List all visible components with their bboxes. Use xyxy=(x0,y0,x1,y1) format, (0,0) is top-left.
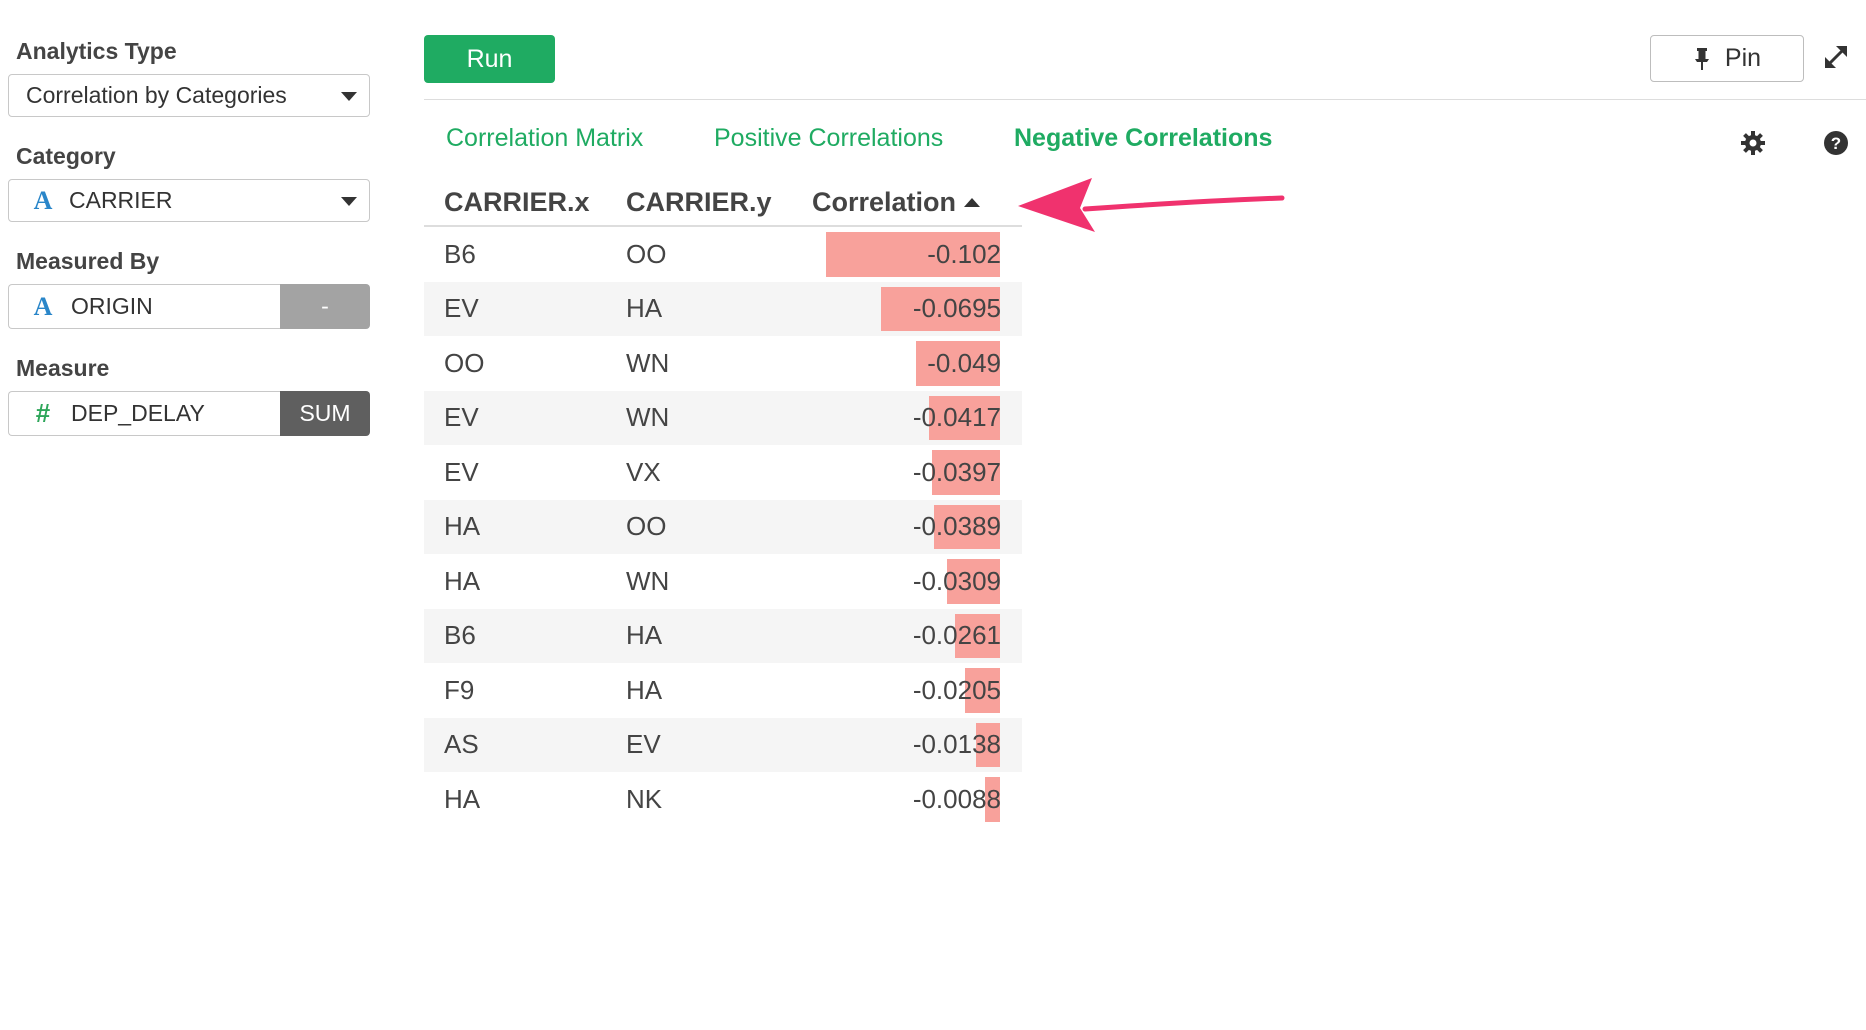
pin-icon xyxy=(1694,47,1709,70)
config-sidebar: Analytics Type Correlation by Categories… xyxy=(8,36,370,460)
pin-label: Pin xyxy=(1724,44,1762,72)
table-row: B6 OO -0.102 xyxy=(424,227,1022,282)
category-label: Category xyxy=(16,143,116,169)
tab-positive-correlations[interactable]: Positive Correlations xyxy=(714,124,1014,153)
column-header-carrier-y[interactable]: CARRIER.y xyxy=(615,187,808,218)
table-row: HA OO -0.0389 xyxy=(424,499,1022,555)
analytics-type-label: Analytics Type xyxy=(16,38,177,64)
tab-correlation-matrix[interactable]: Correlation Matrix xyxy=(446,124,714,153)
expand-icon[interactable] xyxy=(1822,43,1850,71)
toolbar-divider xyxy=(424,99,1866,100)
cell-carrier-x: EV xyxy=(444,456,479,487)
cell-carrier-x: EV xyxy=(444,293,479,324)
column-header-carrier-x[interactable]: CARRIER.x xyxy=(424,187,615,218)
correlation-value: -0.0205 xyxy=(912,674,1001,705)
table-row: EV VX -0.0397 xyxy=(424,445,1022,500)
cell-carrier-y: HA xyxy=(626,620,663,651)
cell-correlation: -0.0417 xyxy=(808,391,1022,446)
svg-text:?: ? xyxy=(1831,134,1841,153)
cell-carrier-x: HA xyxy=(444,511,481,542)
measure-field: # DEP_DELAY SUM xyxy=(8,391,370,436)
correlation-value: -0.0309 xyxy=(912,565,1001,596)
analytics-type-select[interactable]: Correlation by Categories xyxy=(8,74,370,117)
cell-correlation: -0.0205 xyxy=(808,663,1022,718)
category-select[interactable]: A CARRIER xyxy=(8,179,370,222)
chevron-down-icon xyxy=(341,197,357,206)
cell-correlation: -0.0389 xyxy=(808,500,1022,555)
cell-carrier-y: HA xyxy=(626,674,663,705)
pin-button[interactable]: Pin xyxy=(1650,35,1804,82)
cell-carrier-y: WN xyxy=(626,402,670,433)
negative-correlations-table: CARRIER.x CARRIER.y Correlation B6 OO -0.1… xyxy=(424,180,1022,827)
correlation-value: -0.0695 xyxy=(912,293,1001,324)
gear-icon[interactable] xyxy=(1740,130,1766,156)
measure-column-select[interactable]: # DEP_DELAY xyxy=(8,391,280,436)
cell-correlation: -0.0261 xyxy=(808,609,1022,664)
cell-correlation: -0.102 xyxy=(808,227,1022,282)
measured-by-label: Measured By xyxy=(16,248,160,274)
cell-carrier-y: OO xyxy=(626,511,667,542)
cell-carrier-x: HA xyxy=(444,565,481,596)
table-body: B6 OO -0.102 EV HA -0.0695 OO WN -0.049 EV WN -0.04… xyxy=(424,227,1022,827)
cell-correlation: -0.0397 xyxy=(808,445,1022,500)
table-row: EV WN -0.0417 xyxy=(424,390,1022,446)
help-icon[interactable]: ? xyxy=(1823,130,1849,156)
measured-by-aggregation-button[interactable]: - xyxy=(280,284,370,329)
cell-carrier-x: OO xyxy=(444,347,485,378)
text-type-icon: A xyxy=(33,185,53,215)
cell-carrier-y: EV xyxy=(626,729,661,760)
sort-ascending-icon xyxy=(964,198,981,207)
cell-carrier-y: WN xyxy=(626,347,670,378)
table-row: AS EV -0.0138 xyxy=(424,717,1022,773)
measure-aggregation-button[interactable]: SUM xyxy=(280,391,370,436)
numeric-type-icon: # xyxy=(35,398,51,428)
measure-value: DEP_DELAY xyxy=(71,400,205,426)
annotation-arrow-icon xyxy=(1018,178,1285,232)
table-header: CARRIER.x CARRIER.y Correlation xyxy=(424,180,1022,227)
correlation-value: -0.102 xyxy=(927,238,1001,269)
measure-label: Measure xyxy=(16,355,110,381)
result-tabs: Correlation Matrix Positive Correlations… xyxy=(446,124,1272,153)
cell-carrier-y: OO xyxy=(626,238,667,269)
run-button[interactable]: Run xyxy=(424,35,555,83)
text-type-icon: A xyxy=(33,291,53,321)
cell-carrier-x: HA xyxy=(444,783,481,814)
table-row: EV HA -0.0695 xyxy=(424,281,1022,337)
cell-correlation: -0.0138 xyxy=(808,718,1022,773)
correlation-value: -0.0138 xyxy=(912,729,1001,760)
cell-correlation: -0.0088 xyxy=(808,772,1022,827)
cell-correlation: -0.0309 xyxy=(808,554,1022,609)
chevron-down-icon xyxy=(341,92,357,101)
correlation-value: -0.0261 xyxy=(912,620,1001,651)
correlation-value: -0.0389 xyxy=(912,511,1001,542)
correlation-value: -0.0088 xyxy=(912,783,1001,814)
column-header-correlation[interactable]: Correlation xyxy=(808,187,1022,218)
cell-carrier-x: B6 xyxy=(444,238,476,269)
category-value: CARRIER xyxy=(69,187,173,213)
cell-carrier-x: F9 xyxy=(444,674,475,705)
cell-carrier-x: EV xyxy=(444,402,479,433)
table-row: OO WN -0.049 xyxy=(424,336,1022,391)
analytics-type-value: Correlation by Categories xyxy=(26,82,287,108)
cell-carrier-y: NK xyxy=(626,783,663,814)
cell-carrier-y: VX xyxy=(626,456,661,487)
measured-by-column-select[interactable]: A ORIGIN xyxy=(8,284,280,329)
cell-correlation: -0.049 xyxy=(808,336,1022,391)
cell-carrier-x: B6 xyxy=(444,620,476,651)
measured-by-field: A ORIGIN - xyxy=(8,284,370,329)
cell-carrier-y: HA xyxy=(626,293,663,324)
correlation-header-label: Correlation xyxy=(812,187,957,217)
table-row: HA NK -0.0088 xyxy=(424,772,1022,827)
measured-by-value: ORIGIN xyxy=(71,293,153,319)
cell-carrier-y: WN xyxy=(626,565,670,596)
correlation-value: -0.0417 xyxy=(912,402,1001,433)
correlation-value: -0.0397 xyxy=(912,456,1001,487)
tab-negative-correlations[interactable]: Negative Correlations xyxy=(1014,124,1272,153)
table-row: F9 HA -0.0205 xyxy=(424,663,1022,718)
correlation-value: -0.049 xyxy=(927,347,1001,378)
table-row: HA WN -0.0309 xyxy=(424,554,1022,609)
table-row: B6 HA -0.0261 xyxy=(424,608,1022,664)
cell-correlation: -0.0695 xyxy=(808,282,1022,337)
cell-carrier-x: AS xyxy=(444,729,479,760)
